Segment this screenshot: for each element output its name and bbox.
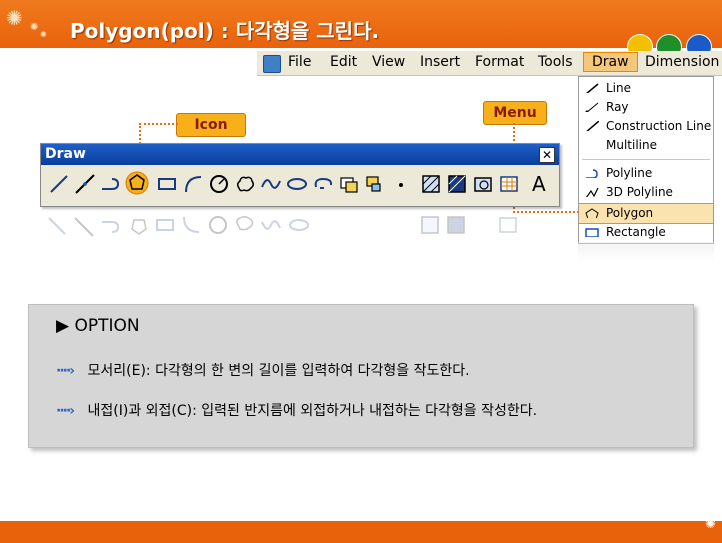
spline-button[interactable] bbox=[259, 171, 283, 197]
dd-item-polygon[interactable]: Polygon bbox=[579, 203, 713, 224]
draw-dropdown-menu: Line Ray Construction Line Multiline Pol… bbox=[578, 76, 714, 244]
menu-view[interactable]: View bbox=[372, 54, 405, 70]
rectangle-button[interactable] bbox=[155, 171, 179, 197]
sparkle-icon: ✺ bbox=[705, 517, 716, 532]
make-block-button[interactable] bbox=[363, 171, 387, 197]
polygon-icon bbox=[585, 208, 599, 218]
dd-item-rectangle[interactable]: Rectangle bbox=[579, 223, 713, 242]
construction-line-button[interactable] bbox=[73, 171, 97, 197]
3d-polyline-icon bbox=[585, 187, 599, 197]
menu-edit[interactable]: Edit bbox=[330, 54, 357, 70]
dd-label: Line bbox=[606, 81, 632, 95]
region-button[interactable] bbox=[471, 171, 495, 197]
table-icon bbox=[500, 176, 518, 192]
option-line: ····› 내접(I)과 외접(C): 입력된 반지름에 외접하거나 내접하는 … bbox=[56, 400, 537, 420]
dotted-arrow-icon: ····› bbox=[56, 403, 75, 419]
dd-label: Multiline bbox=[606, 138, 657, 152]
toolbar-reflection bbox=[48, 215, 517, 237]
icon-callout: Icon bbox=[176, 113, 246, 137]
construction-line-icon bbox=[75, 174, 95, 194]
option-line: ····› 모서리(E): 다각형의 한 변의 길이를 입력하여 다각형을 작도… bbox=[56, 360, 470, 380]
arc-button[interactable] bbox=[181, 171, 205, 197]
dd-label: 3D Polyline bbox=[606, 185, 673, 199]
menu-dimension[interactable]: Dimension bbox=[645, 54, 719, 70]
sparkle-icon: ✺ bbox=[30, 22, 39, 33]
hatch-icon bbox=[422, 175, 440, 193]
point-icon bbox=[399, 183, 403, 187]
ellipse-icon bbox=[287, 178, 307, 190]
dropdown-reflection bbox=[578, 242, 714, 262]
sparkle-icon: ✺ bbox=[40, 30, 47, 39]
revision-cloud-button[interactable] bbox=[233, 171, 257, 197]
option-title-text: OPTION bbox=[74, 316, 140, 336]
menu-format[interactable]: Format bbox=[475, 54, 524, 70]
polygon-icon bbox=[125, 171, 149, 195]
region-icon bbox=[474, 177, 492, 192]
page-title: Polygon(pol) : 다각형을 그린다. bbox=[70, 19, 380, 43]
draw-toolbar: Draw ✕ A bbox=[40, 143, 560, 207]
circle-icon bbox=[210, 175, 228, 193]
menu-insert[interactable]: Insert bbox=[420, 54, 460, 70]
gradient-button[interactable] bbox=[445, 171, 469, 197]
menu-file[interactable]: File bbox=[288, 54, 311, 70]
dd-label: Polyline bbox=[606, 166, 653, 180]
sparkle-icon: ✺ bbox=[6, 6, 23, 30]
dotted-arrow-icon: ····› bbox=[56, 363, 75, 379]
polyline-icon bbox=[586, 169, 598, 178]
line-button[interactable] bbox=[47, 171, 71, 197]
menu-callout: Menu bbox=[483, 101, 547, 125]
dd-item-line[interactable]: Line bbox=[579, 79, 713, 98]
arc-icon bbox=[185, 176, 202, 193]
option-heading: ▶ OPTION bbox=[56, 316, 140, 336]
polyline-icon bbox=[102, 178, 120, 190]
revision-cloud-icon bbox=[236, 176, 255, 192]
close-button[interactable]: ✕ bbox=[539, 147, 555, 163]
option-line-text: 모서리(E): 다각형의 한 변의 길이를 입력하여 다각형을 작도한다. bbox=[87, 363, 470, 379]
construction-line-icon bbox=[586, 121, 599, 131]
option-line-text: 내접(I)과 외접(C): 입력된 반지름에 외접하거나 내접하는 다각형을 작… bbox=[87, 403, 538, 419]
rectangle-icon bbox=[585, 228, 599, 237]
line-icon bbox=[50, 175, 68, 193]
dd-item-ray[interactable]: Ray bbox=[579, 98, 713, 117]
toolbar-title-bar[interactable]: Draw ✕ bbox=[41, 144, 559, 165]
header-bar: ✺ ✺ ✺ Polygon(pol) : 다각형을 그린다. bbox=[0, 0, 722, 48]
dd-separator bbox=[582, 159, 710, 160]
dd-label: Rectangle bbox=[606, 225, 666, 239]
menu-bar: File Edit View Insert Format Tools Draw … bbox=[257, 51, 722, 76]
menu-tools[interactable]: Tools bbox=[538, 54, 573, 70]
rectangle-icon bbox=[158, 178, 176, 190]
spline-icon bbox=[261, 179, 281, 189]
dd-item-multiline[interactable]: Multiline bbox=[579, 136, 713, 155]
ray-icon bbox=[585, 102, 599, 112]
toolbar-title: Draw bbox=[45, 146, 86, 162]
insert-block-icon bbox=[340, 177, 358, 193]
menu-draw[interactable]: Draw bbox=[583, 52, 638, 72]
circle-button[interactable] bbox=[207, 171, 231, 197]
multiline-text-button[interactable]: A bbox=[527, 171, 551, 197]
polyline-button[interactable] bbox=[99, 171, 123, 197]
dd-item-construction-line[interactable]: Construction Line bbox=[579, 117, 713, 136]
dd-item-polyline[interactable]: Polyline bbox=[579, 164, 713, 183]
toolbar-icon-row: A bbox=[45, 171, 555, 199]
dd-label: Ray bbox=[606, 100, 629, 114]
insert-block-button[interactable] bbox=[337, 171, 361, 197]
point-button[interactable] bbox=[389, 171, 413, 197]
multiline-text-icon: A bbox=[532, 172, 546, 196]
gradient-icon bbox=[448, 175, 466, 193]
polygon-button[interactable] bbox=[125, 171, 149, 197]
triangle-right-icon: ▶ bbox=[56, 316, 70, 336]
dd-label: Construction Line bbox=[606, 119, 712, 133]
dd-label: Polygon bbox=[606, 206, 654, 220]
hatch-button[interactable] bbox=[419, 171, 443, 197]
app-icon bbox=[263, 55, 281, 73]
dd-item-3d-polyline[interactable]: 3D Polyline bbox=[579, 183, 713, 202]
ellipse-button[interactable] bbox=[285, 171, 309, 197]
line-icon bbox=[586, 83, 599, 93]
ellipse-arc-button[interactable] bbox=[311, 171, 335, 197]
make-block-icon bbox=[366, 176, 381, 192]
ellipse-arc-icon bbox=[314, 177, 333, 189]
footer-bar: ✺ bbox=[0, 517, 722, 543]
table-button[interactable] bbox=[497, 171, 521, 197]
